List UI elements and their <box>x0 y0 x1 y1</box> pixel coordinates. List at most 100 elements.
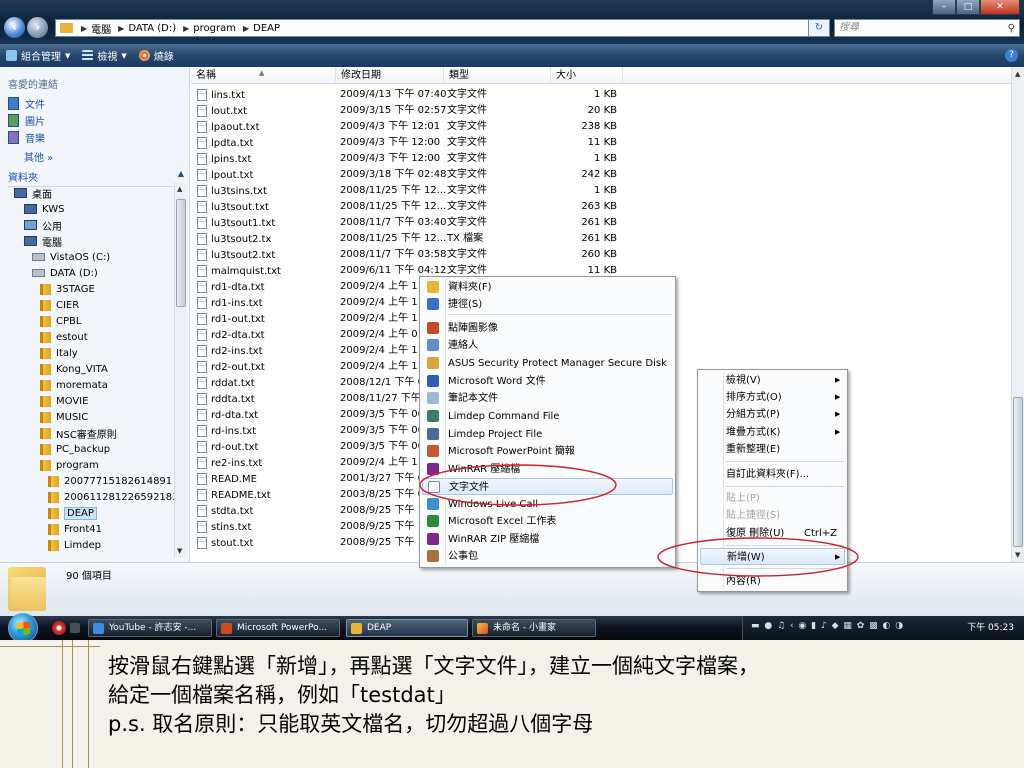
maximize-button[interactable]: □ <box>956 0 980 15</box>
new-item-limdep-command[interactable]: Limdep Command File <box>422 408 673 425</box>
favorites-more-link[interactable]: 其他 » <box>24 149 53 164</box>
scroll-down-icon[interactable]: ▼ <box>177 547 182 555</box>
new-item-word[interactable]: Microsoft Word 文件 <box>422 373 673 390</box>
tree-item[interactable]: 3STAGE <box>40 281 95 297</box>
menu-item-customize[interactable]: 自訂此資料夾(F)... <box>700 466 845 483</box>
file-row[interactable]: lout.txt 2009/3/15 下午 02:57 文字文件 20 KB <box>191 103 631 119</box>
breadcrumb-data-drive[interactable]: DATA (D:) <box>128 23 176 34</box>
tree-item[interactable]: moremata <box>40 377 108 393</box>
task-youtube[interactable]: YouTube - 許志安 -... <box>88 619 212 637</box>
file-row[interactable]: lu3tsout2.txt 2008/11/7 下午 03:58 文字文件 260 K… <box>191 247 631 263</box>
tree-item[interactable]: CPBL <box>40 313 81 329</box>
tree-item[interactable]: 公用 <box>24 217 62 233</box>
file-row[interactable]: lpdta.txt 2009/4/3 下午 12:00 文字文件 11 KB <box>191 135 631 151</box>
favorite-documents[interactable]: 文件 <box>8 96 45 111</box>
column-name[interactable]: 名稱 ▲ <box>191 67 336 84</box>
scroll-up-icon[interactable]: ▲ <box>1015 70 1020 78</box>
address-bar[interactable]: ▶ 電腦 ▶ DATA (D:) ▶ program ▶ DEAP ▼ <box>55 19 827 37</box>
file-row[interactable]: lu3tsins.txt 2008/11/25 下午 12... 文字文件 1 KB <box>191 183 631 199</box>
task-powerpoint[interactable]: Microsoft PowerPo... <box>216 619 340 637</box>
breadcrumb-computer[interactable]: 電腦 <box>91 21 111 36</box>
tray-icons[interactable]: ▬ ● ♫ ‹ ◉ ▮ ♪ ◆ ▦ ✿ ▩ ◐ ◑ <box>751 621 904 631</box>
new-item-text-document[interactable]: 文字文件 <box>422 478 673 495</box>
tree-item[interactable]: KWS <box>24 201 64 217</box>
new-item-folder[interactable]: 資料夾(F) <box>422 279 673 296</box>
refresh-button[interactable]: ↻ <box>808 19 830 37</box>
tree-item[interactable]: VistaOS (C:) <box>32 249 110 265</box>
tree-item[interactable]: DEAP <box>48 505 97 521</box>
tree-item[interactable]: 2006112812265921834 <box>48 489 185 505</box>
file-row[interactable]: lu3tsout2.tx 2008/11/25 下午 12... TX 檔案 261 … <box>191 231 631 247</box>
search-input[interactable]: 搜尋 ⚲ <box>834 19 1020 37</box>
tree-item[interactable]: NSC審查原則 <box>40 425 117 441</box>
new-item-shortcut[interactable]: 捷徑(S) <box>422 296 673 313</box>
tree-item[interactable]: 桌面 <box>14 185 52 201</box>
file-scroll-thumb[interactable] <box>1013 397 1023 547</box>
task-deap[interactable]: DEAP <box>346 619 468 637</box>
menu-item-new[interactable]: 新增(W) ▶ <box>700 548 845 565</box>
tree-item[interactable]: CIER <box>40 297 79 313</box>
breadcrumb-deap[interactable]: DEAP <box>253 23 280 34</box>
tree-item[interactable]: PC_backup <box>40 441 110 457</box>
scroll-up-icon[interactable]: ▲ <box>177 185 182 193</box>
tree-item[interactable]: program <box>40 457 99 473</box>
file-scrollbar[interactable]: ▲ ▼ <box>1011 67 1024 562</box>
breadcrumb-program[interactable]: program <box>193 23 236 34</box>
file-row[interactable]: lpins.txt 2009/4/3 下午 12:00 文字文件 1 KB <box>191 151 631 167</box>
file-row[interactable]: lu3tsout1.txt 2008/11/7 下午 03:40 文字文件 261 K… <box>191 215 631 231</box>
start-button[interactable] <box>8 613 38 640</box>
tree-item[interactable]: Kong_VITA <box>40 361 108 377</box>
scroll-down-icon[interactable]: ▼ <box>1015 551 1020 559</box>
back-button[interactable]: ‹ <box>4 17 25 38</box>
nav-scrollbar[interactable]: ▲ ▼ <box>174 183 186 557</box>
nav-scroll-thumb[interactable] <box>176 199 186 307</box>
help-icon[interactable]: ? <box>1005 49 1018 62</box>
menu-item-stack[interactable]: 堆疊方式(K) ▶ <box>700 424 845 441</box>
new-item-powerpoint[interactable]: Microsoft PowerPoint 簡報 <box>422 443 673 460</box>
minimize-button[interactable]: – <box>932 0 956 15</box>
new-item-winrar-zip[interactable]: WinRAR ZIP 壓縮檔 <box>422 531 673 548</box>
tree-item[interactable]: 20077715182614891 <box>48 473 172 489</box>
new-item-briefcase[interactable]: 公事包 <box>422 548 673 565</box>
new-item-live-call[interactable]: Windows Live Call <box>422 496 673 513</box>
file-row[interactable]: lins.txt 2009/4/13 下午 07:40 文字文件 1 KB <box>191 87 631 103</box>
menu-item-group[interactable]: 分組方式(P) ▶ <box>700 406 845 423</box>
tree-item[interactable]: 電腦 <box>24 233 62 249</box>
tree-item[interactable]: DATA (D:) <box>32 265 98 281</box>
menu-item-sort[interactable]: 排序方式(O) ▶ <box>700 389 845 406</box>
tree-item[interactable]: Front41 <box>48 521 102 537</box>
organize-button[interactable]: 組合管理 ▼ <box>6 48 70 63</box>
new-item-winrar[interactable]: WinRAR 壓縮檔 <box>422 461 673 478</box>
views-button[interactable]: 檢視 ▼ <box>82 48 127 63</box>
tree-item[interactable]: MUSIC <box>40 409 88 425</box>
column-size[interactable]: 大小 <box>551 67 623 84</box>
file-row[interactable]: lpaout.txt 2009/4/3 下午 12:01 文字文件 238 KB <box>191 119 631 135</box>
new-item-contact[interactable]: 連絡人 <box>422 337 673 354</box>
menu-item-properties[interactable]: 內容(R) <box>700 573 845 590</box>
tray-clock[interactable]: 下午 05:23 <box>967 616 1014 640</box>
new-item-asus-secure-disk[interactable]: ASUS Security Protect Manager Secure Dis… <box>422 355 673 372</box>
menu-item-undo[interactable]: 復原 刪除(U) Ctrl+Z <box>700 525 845 542</box>
task-paint[interactable]: 未命名 - 小畫家 <box>472 619 596 637</box>
tree-item[interactable]: Italy <box>40 345 78 361</box>
menu-item-view[interactable]: 檢視(V) ▶ <box>700 372 845 389</box>
tree-item[interactable]: MOVIE <box>40 393 88 409</box>
column-type[interactable]: 類型 <box>444 67 551 84</box>
new-item-excel[interactable]: Microsoft Excel 工作表 <box>422 513 673 530</box>
new-item-bitmap[interactable]: 點陣圖影像 <box>422 320 673 337</box>
tree-item[interactable]: Limdep <box>48 537 101 553</box>
column-date[interactable]: 修改日期 <box>336 67 444 84</box>
file-row[interactable]: lu3tsout.txt 2008/11/25 下午 12... 文字文件 263 K… <box>191 199 631 215</box>
menu-item-refresh[interactable]: 重新整理(E) <box>700 441 845 458</box>
burn-button[interactable]: 燒錄 <box>138 48 174 63</box>
new-item-notepad[interactable]: 筆記本文件 <box>422 390 673 407</box>
search-icon[interactable]: ⚲ <box>1008 21 1015 37</box>
close-button[interactable]: ✕ <box>980 0 1020 15</box>
tree-item[interactable]: estout <box>40 329 88 345</box>
quicklaunch-icon[interactable] <box>52 621 66 635</box>
forward-button[interactable]: › <box>27 17 48 38</box>
quicklaunch-expand-icon[interactable] <box>70 623 80 633</box>
favorite-pictures[interactable]: 圖片 <box>8 113 45 128</box>
favorite-music[interactable]: 音樂 <box>8 130 45 145</box>
file-row[interactable]: lpout.txt 2009/3/18 下午 02:48 文字文件 242 KB <box>191 167 631 183</box>
